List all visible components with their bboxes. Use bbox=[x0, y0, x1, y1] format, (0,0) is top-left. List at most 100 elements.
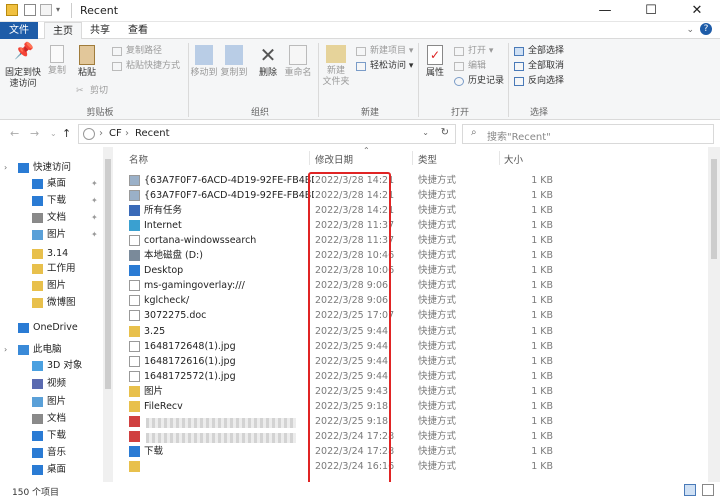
computer-icon bbox=[18, 345, 29, 355]
properties-button[interactable]: ✓ 属性 bbox=[422, 45, 448, 79]
nav-item[interactable]: 图片 bbox=[0, 394, 103, 410]
nav-item[interactable]: 工作用 bbox=[0, 261, 103, 277]
nav-item-label: 快速访问 bbox=[33, 162, 72, 173]
open-button[interactable]: 打开 ▾ bbox=[454, 45, 493, 58]
breadcrumb-cf[interactable]: CF bbox=[109, 128, 122, 139]
expand-chevron-icon[interactable]: › bbox=[4, 160, 7, 176]
column-size[interactable]: 大小 bbox=[504, 152, 523, 166]
file-row[interactable]: {63A7F0F7-6ACD-4D19-92FE-FB4BD9...2022/3… bbox=[113, 188, 708, 203]
paste-icon bbox=[79, 45, 95, 65]
file-row[interactable]: FileRecv 2022/3/25 9:18 快捷方式 1 KB bbox=[113, 399, 708, 414]
file-size: 1 KB bbox=[531, 205, 553, 217]
file-row[interactable]: 下载 2022/3/24 17:28 快捷方式 1 KB bbox=[113, 444, 708, 459]
file-row[interactable]: kglcheck/2022/3/28 9:06 快捷方式 1 KB bbox=[113, 293, 708, 308]
column-name[interactable]: 名称 bbox=[129, 152, 148, 166]
copy-to-button[interactable]: 复制到 bbox=[220, 45, 248, 79]
nav-item[interactable]: 3.14 bbox=[0, 246, 103, 262]
file-row[interactable]: 1648172648(1).jpg 2022/3/25 9:44 快捷方式 1 KB bbox=[113, 339, 708, 354]
drive-icon bbox=[129, 250, 140, 262]
large-icons-view-icon[interactable] bbox=[702, 484, 714, 496]
nav-item[interactable]: 3D 对象 bbox=[0, 358, 103, 374]
forward-arrow-icon[interactable]: → bbox=[30, 127, 39, 140]
nav-item[interactable]: 桌面 bbox=[0, 462, 103, 478]
column-date[interactable]: 修改日期 bbox=[315, 152, 353, 166]
easy-access-button[interactable]: 轻松访问 ▾ bbox=[356, 60, 413, 73]
minimize-button[interactable]: — bbox=[582, 0, 628, 22]
nav-item[interactable]: 视频 bbox=[0, 376, 103, 392]
back-arrow-icon[interactable]: ← bbox=[10, 127, 19, 140]
recent-locations-icon[interactable]: ⌄ bbox=[50, 129, 57, 138]
file-row[interactable]: 所有任务 2022/3/28 14:21 快捷方式 1 KB bbox=[113, 203, 708, 218]
refresh-icon[interactable]: ↻ bbox=[441, 127, 449, 138]
properties-quick-icon[interactable] bbox=[24, 4, 36, 16]
edit-button[interactable]: 编辑 bbox=[454, 60, 486, 73]
nav-item[interactable]: 图片 bbox=[0, 278, 103, 294]
details-view-icon[interactable] bbox=[684, 484, 696, 496]
nav-item[interactable]: 图片 ✦ bbox=[0, 227, 103, 243]
nav-item[interactable]: 微博图 bbox=[0, 295, 103, 311]
help-icon[interactable]: ? bbox=[700, 23, 712, 35]
file-row[interactable]: cortana-windowssearch 2022/3/28 11:37 快捷方式… bbox=[113, 233, 708, 248]
file-row[interactable]: {63A7F0F7-6ACD-4D19-92FE-FB4BD9...2022/3… bbox=[113, 173, 708, 188]
move-to-button[interactable]: 移动到 bbox=[190, 45, 218, 79]
rename-button[interactable]: 重命名 bbox=[284, 45, 312, 79]
nav-item[interactable]: 文档 bbox=[0, 411, 103, 427]
file-row[interactable]: 本地磁盘 (D:) 2022/3/28 10:46 快捷方式 1 KB bbox=[113, 248, 708, 263]
invert-selection-button[interactable]: 反向选择 bbox=[514, 75, 564, 88]
column-type[interactable]: 类型 bbox=[418, 152, 437, 166]
new-item-button[interactable]: 新建项目 ▾ bbox=[356, 45, 413, 58]
new-folder-quick-icon[interactable] bbox=[40, 4, 52, 16]
folder-icon bbox=[32, 249, 43, 259]
address-dropdown-icon[interactable]: ⌄ bbox=[422, 128, 429, 137]
pin-quick-access-button[interactable]: 📌 固定到快 速访问 bbox=[4, 43, 42, 90]
nav-item[interactable]: OneDrive bbox=[0, 320, 103, 336]
file-list-scrollbar[interactable] bbox=[708, 147, 720, 482]
cut-button[interactable]: ✂ 剪切 bbox=[76, 85, 108, 98]
nav-scroll-thumb[interactable] bbox=[105, 159, 111, 389]
nav-item[interactable]: 文档 ✦ bbox=[0, 210, 103, 226]
select-none-button[interactable]: 全部取消 bbox=[514, 60, 564, 73]
copy-button[interactable]: 复制 bbox=[44, 45, 70, 77]
tab-share[interactable]: 共享 bbox=[82, 22, 118, 39]
paste-button[interactable]: 粘贴 bbox=[74, 45, 100, 79]
search-input[interactable]: ⌕ 搜索"Recent" bbox=[462, 124, 714, 144]
file-row[interactable]: Desktop 2022/3/28 10:06 快捷方式 1 KB bbox=[113, 263, 708, 278]
nav-item[interactable]: 下载 bbox=[0, 428, 103, 444]
file-row[interactable]: 1648172616(1).jpg 2022/3/25 9:44 快捷方式 1 KB bbox=[113, 354, 708, 369]
file-type: 快捷方式 bbox=[418, 250, 457, 262]
file-row[interactable]: 3072275.doc 2022/3/25 17:07 快捷方式 1 KB bbox=[113, 308, 708, 323]
file-size: 1 KB bbox=[531, 295, 553, 307]
file-scroll-thumb[interactable] bbox=[711, 159, 717, 259]
file-row[interactable]: Internet 2022/3/28 11:37 快捷方式 1 KB bbox=[113, 218, 708, 233]
file-row[interactable]: 3.25 2022/3/25 9:44 快捷方式 1 KB bbox=[113, 324, 708, 339]
breadcrumb-recent[interactable]: Recent bbox=[135, 128, 170, 139]
file-row[interactable]: 1648172572(1).jpg 2022/3/25 9:44 快捷方式 1 KB bbox=[113, 369, 708, 384]
history-button[interactable]: 历史记录 bbox=[454, 75, 504, 88]
expand-ribbon-icon[interactable]: ⌄ bbox=[686, 25, 694, 35]
up-arrow-icon[interactable]: ↑ bbox=[62, 127, 71, 140]
nav-scrollbar[interactable] bbox=[103, 147, 113, 482]
copy-path-button[interactable]: 复制路径 bbox=[112, 45, 162, 58]
nav-item[interactable]: › 快速访问 bbox=[0, 160, 103, 176]
file-size: 1 KB bbox=[531, 235, 553, 247]
expand-chevron-icon[interactable]: › bbox=[4, 342, 7, 358]
file-row[interactable]: 图片 2022/3/25 9:43 快捷方式 1 KB bbox=[113, 384, 708, 399]
nav-item[interactable]: 桌面 ✦ bbox=[0, 176, 103, 192]
paste-shortcut-button[interactable]: 粘贴快捷方式 bbox=[112, 60, 180, 73]
tab-file[interactable]: 文件 bbox=[0, 22, 38, 39]
address-bar[interactable]: › CF › Recent ⌄ ↻ bbox=[78, 124, 456, 144]
file-row[interactable]: 2022/3/24 16:16 快捷方式 1 KB bbox=[113, 459, 708, 474]
nav-item[interactable]: › 此电脑 bbox=[0, 342, 103, 358]
maximize-button[interactable]: ☐ bbox=[628, 0, 674, 22]
select-all-button[interactable]: 全部选择 bbox=[514, 45, 564, 58]
tab-home[interactable]: 主页 bbox=[44, 22, 82, 39]
nav-item-label: 图片 bbox=[47, 229, 67, 240]
nav-item[interactable]: 下载 ✦ bbox=[0, 193, 103, 209]
customize-toolbar-icon[interactable]: ▾ bbox=[56, 4, 64, 16]
file-row[interactable]: ms-gamingoverlay:///2022/3/28 9:06 快捷方式 1 … bbox=[113, 278, 708, 293]
delete-button[interactable]: ✕ 删除 bbox=[254, 45, 282, 79]
nav-item[interactable]: 音乐 bbox=[0, 445, 103, 461]
tab-view[interactable]: 查看 bbox=[120, 22, 156, 39]
new-folder-button[interactable]: 新建 文件夹 bbox=[320, 45, 352, 88]
close-button[interactable]: ✕ bbox=[674, 0, 720, 22]
